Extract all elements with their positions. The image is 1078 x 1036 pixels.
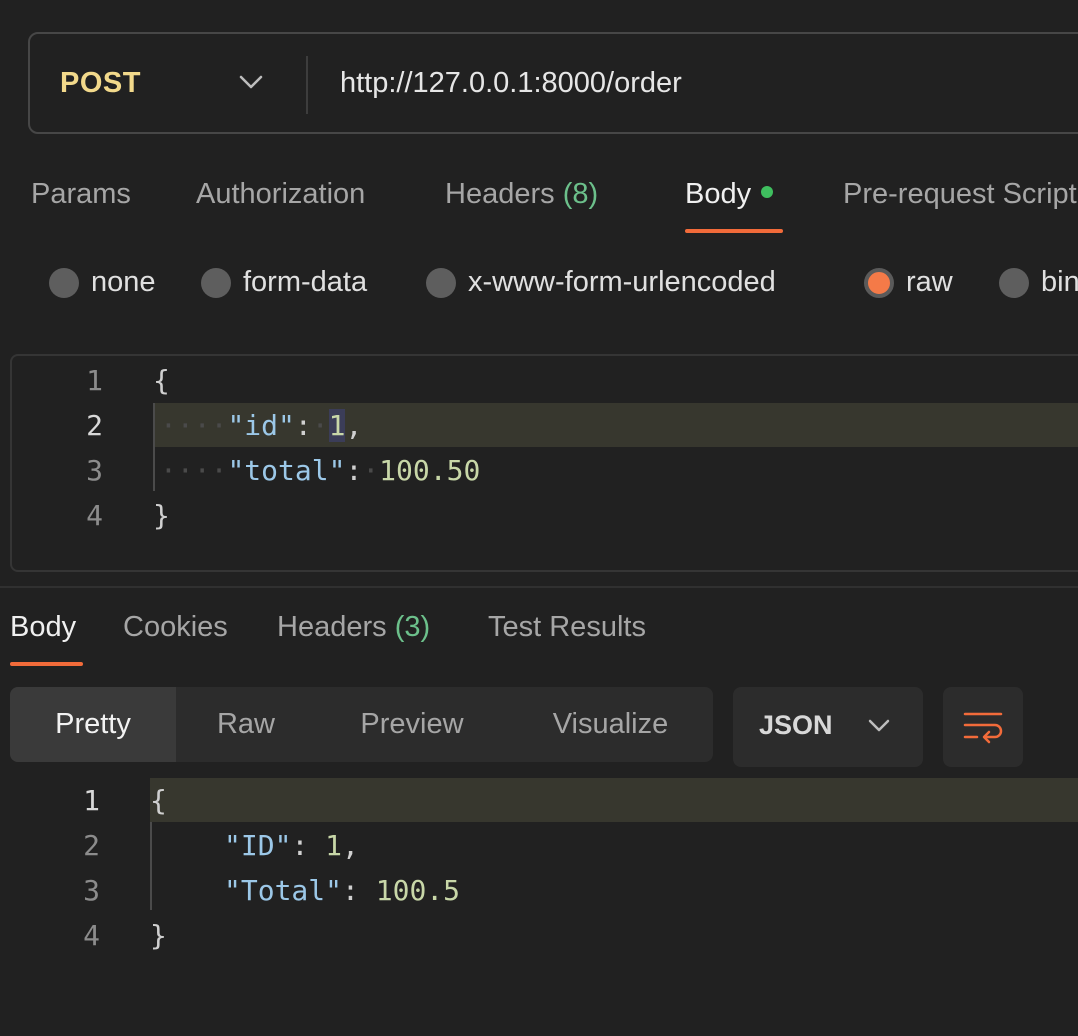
json-number: 1 bbox=[325, 829, 343, 862]
line-number: 3 bbox=[83, 874, 100, 907]
tab-headers-label: Headers bbox=[445, 178, 555, 210]
open-brace: { bbox=[153, 364, 170, 397]
json-key: "ID" bbox=[224, 829, 292, 862]
view-mode-raw[interactable]: Raw bbox=[176, 687, 316, 762]
code-line: ····"id":·1, bbox=[160, 409, 362, 442]
radio-none-label: none bbox=[91, 266, 156, 298]
wrap-lines-icon bbox=[963, 712, 1003, 744]
code-line: } bbox=[153, 499, 170, 532]
close-brace: } bbox=[153, 499, 170, 532]
code-line: "ID": 1, bbox=[224, 829, 359, 862]
tab-body[interactable]: Body bbox=[685, 178, 774, 211]
radio-none-circle bbox=[49, 268, 79, 298]
json-number: 100.50 bbox=[379, 454, 481, 487]
method-label: POST bbox=[60, 67, 141, 99]
line-number: 2 bbox=[83, 829, 100, 862]
view-mode-visualize[interactable]: Visualize bbox=[508, 687, 713, 762]
code-line: } bbox=[150, 919, 167, 952]
colon: : bbox=[345, 454, 363, 487]
colon: : bbox=[294, 409, 312, 442]
response-tab-test-results[interactable]: Test Results bbox=[488, 611, 646, 644]
view-mode-preview[interactable]: Preview bbox=[316, 687, 508, 762]
line-number: 4 bbox=[86, 499, 103, 532]
json-number: 100.5 bbox=[375, 874, 461, 907]
colon: : bbox=[291, 829, 326, 862]
tab-params[interactable]: Params bbox=[31, 178, 131, 211]
code-line: { bbox=[153, 364, 170, 397]
response-tab-cookies[interactable]: Cookies bbox=[123, 611, 228, 644]
indent-guide bbox=[153, 403, 155, 491]
view-mode-pretty[interactable]: Pretty bbox=[10, 687, 176, 762]
radio-binary-label: binary bbox=[1041, 266, 1078, 298]
json-key: "Total" bbox=[224, 874, 343, 907]
chevron-down-icon bbox=[868, 719, 890, 732]
status-dot-icon bbox=[761, 186, 774, 198]
open-brace: { bbox=[150, 784, 167, 817]
radio-urlencoded-circle bbox=[426, 268, 456, 298]
radio-raw-circle bbox=[864, 268, 894, 298]
line-number: 2 bbox=[86, 409, 103, 442]
response-tab-body[interactable]: Body bbox=[10, 611, 76, 644]
request-url-bar: POST http://127.0.0.1:8000/order bbox=[28, 32, 1078, 134]
response-tab-headers[interactable]: Headers (3) bbox=[277, 611, 430, 644]
view-mode-toggle: Pretty Raw Preview Visualize bbox=[10, 687, 713, 762]
close-brace: } bbox=[150, 919, 167, 952]
wrap-lines-button[interactable] bbox=[943, 687, 1023, 767]
code-line: "Total": 100.5 bbox=[224, 874, 460, 907]
line-number: 1 bbox=[86, 364, 103, 397]
whitespace-marker: ···· bbox=[160, 409, 228, 442]
radio-form-data-circle bbox=[201, 268, 231, 298]
comma: , bbox=[345, 409, 363, 442]
tab-authorization[interactable]: Authorization bbox=[196, 178, 365, 211]
colon: : bbox=[342, 874, 376, 907]
url-divider bbox=[306, 56, 308, 114]
headers-count-badge: (8) bbox=[562, 178, 599, 210]
radio-binary-circle bbox=[999, 268, 1029, 298]
active-tab-indicator bbox=[10, 662, 83, 666]
pane-splitter[interactable] bbox=[0, 586, 1078, 588]
response-headers-count-badge: (3) bbox=[394, 611, 431, 643]
code-line: ····"total":·100.50 bbox=[160, 454, 480, 487]
whitespace-marker: ···· bbox=[160, 454, 228, 487]
whitespace-marker: · bbox=[311, 409, 329, 442]
line-number: 4 bbox=[83, 919, 100, 952]
radio-urlencoded-label: x-www-form-urlencoded bbox=[468, 266, 776, 298]
indent-guide bbox=[150, 822, 152, 910]
json-number: 1 bbox=[328, 409, 346, 442]
active-tab-indicator bbox=[685, 229, 783, 233]
current-line-highlight bbox=[150, 778, 1078, 822]
line-number: 1 bbox=[83, 784, 100, 817]
json-key: "id" bbox=[227, 409, 295, 442]
tab-headers[interactable]: Headers (8) bbox=[445, 178, 598, 211]
radio-raw-label: raw bbox=[906, 266, 953, 298]
response-tab-headers-label: Headers bbox=[277, 611, 387, 643]
tab-pre-request-script[interactable]: Pre-request Script bbox=[843, 178, 1077, 211]
tab-body-label: Body bbox=[685, 178, 752, 210]
comma: , bbox=[342, 829, 359, 862]
url-input[interactable]: http://127.0.0.1:8000/order bbox=[340, 67, 682, 100]
whitespace-marker: · bbox=[362, 454, 380, 487]
chevron-down-icon bbox=[239, 75, 263, 89]
json-key: "total" bbox=[227, 454, 346, 487]
code-line: { bbox=[150, 784, 167, 817]
format-select[interactable]: JSON bbox=[733, 687, 923, 767]
format-select-label: JSON bbox=[759, 710, 833, 740]
line-number: 3 bbox=[86, 454, 103, 487]
radio-form-data-label: form-data bbox=[243, 266, 368, 298]
